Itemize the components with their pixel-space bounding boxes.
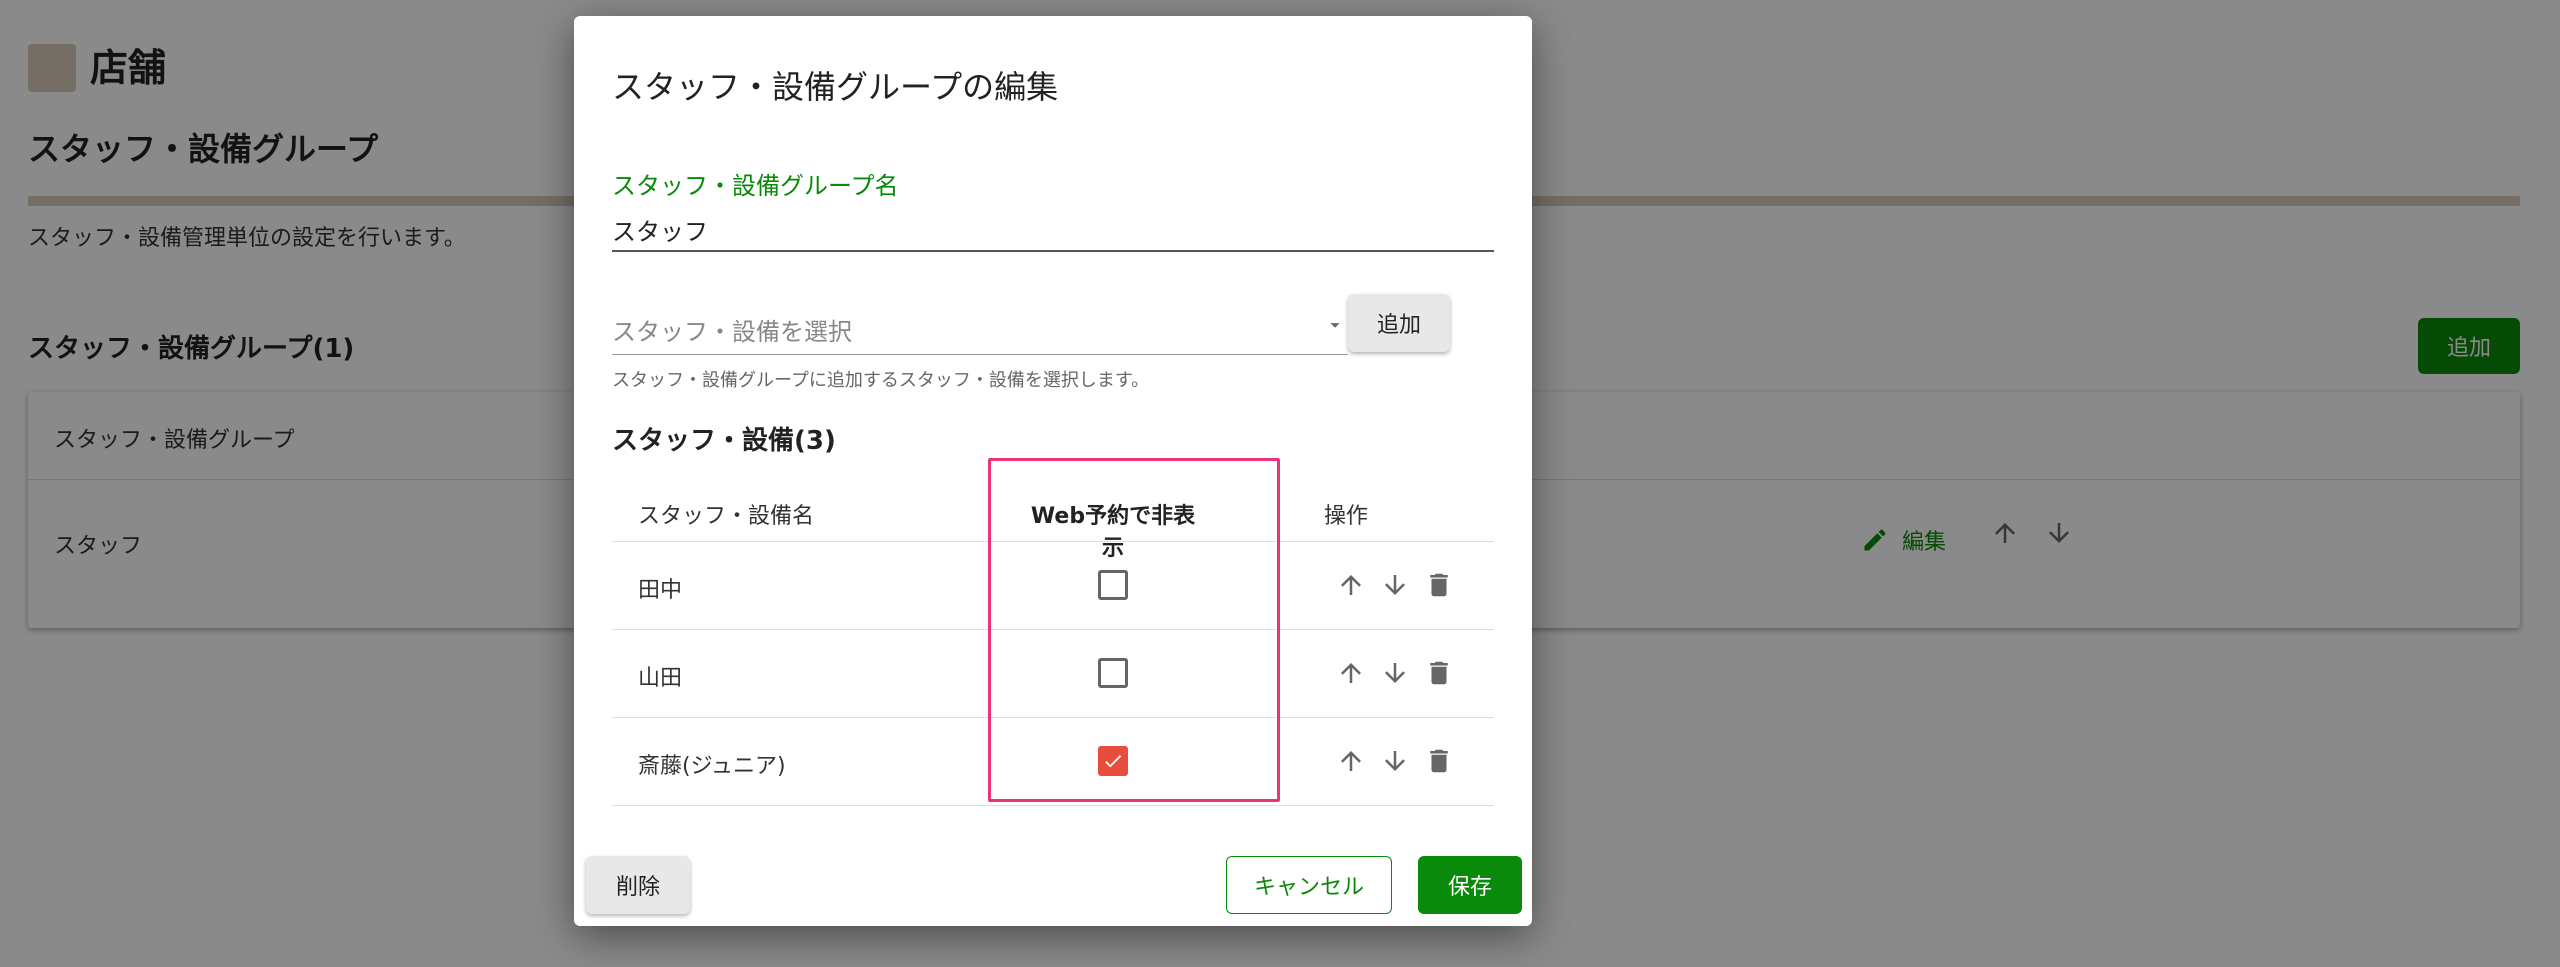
- cancel-button[interactable]: キャンセル: [1226, 856, 1392, 914]
- arrow-down-icon[interactable]: [1378, 744, 1412, 778]
- member-select-underline: [612, 354, 1348, 355]
- trash-icon[interactable]: [1422, 568, 1456, 602]
- member-actions: [1334, 744, 1456, 778]
- column-header-actions: 操作: [1324, 504, 1369, 529]
- members-title: スタッフ・設備(3): [612, 426, 836, 456]
- member-actions: [1334, 568, 1456, 602]
- save-button[interactable]: 保存: [1418, 856, 1522, 914]
- dialog-title: スタッフ・設備グループの編集: [612, 68, 1059, 106]
- trash-icon[interactable]: [1422, 656, 1456, 690]
- member-select-helper: スタッフ・設備グループに追加するスタッフ・設備を選択します。: [612, 370, 1150, 391]
- member-name: 田中: [638, 578, 683, 603]
- arrow-up-icon[interactable]: [1334, 656, 1368, 690]
- delete-group-button[interactable]: 削除: [586, 856, 690, 914]
- arrow-up-icon[interactable]: [1334, 568, 1368, 602]
- member-actions: [1334, 656, 1456, 690]
- add-member-button[interactable]: 追加: [1348, 294, 1450, 352]
- caret-down-icon[interactable]: [1320, 310, 1350, 340]
- member-select[interactable]: スタッフ・設備を選択: [612, 312, 852, 347]
- arrow-down-icon[interactable]: [1378, 656, 1412, 690]
- trash-icon[interactable]: [1422, 744, 1456, 778]
- member-name: 山田: [638, 666, 683, 691]
- group-name-underline: [612, 250, 1494, 252]
- column-header-name: スタッフ・設備名: [638, 504, 815, 529]
- group-name-label: スタッフ・設備グループ名: [612, 172, 899, 200]
- highlight-annotation: [988, 458, 1280, 802]
- group-name-input[interactable]: スタッフ: [612, 212, 708, 247]
- arrow-down-icon[interactable]: [1378, 568, 1412, 602]
- arrow-up-icon[interactable]: [1334, 744, 1368, 778]
- member-name: 斎藤(ジュニア): [638, 754, 786, 779]
